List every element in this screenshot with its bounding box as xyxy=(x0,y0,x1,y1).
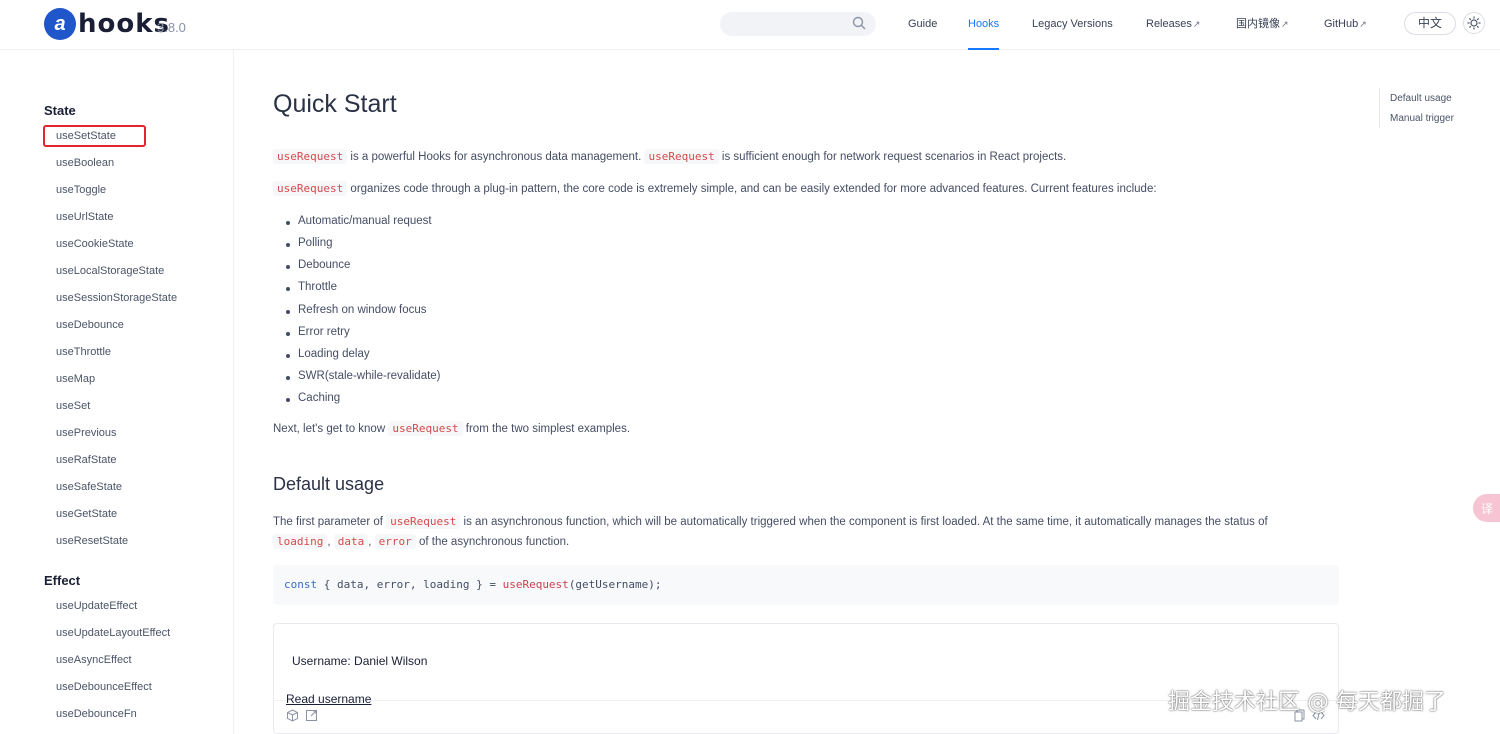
bullet-dot xyxy=(286,354,290,358)
sidebar-item-usegetstate[interactable]: useGetState xyxy=(56,508,117,520)
search-input[interactable] xyxy=(720,12,876,36)
sidebar-item-usemap[interactable]: useMap xyxy=(56,373,95,385)
inline-code: data xyxy=(333,534,369,549)
feature-item: Throttle xyxy=(298,281,337,293)
next-paragraph: Next, let's get to know useRequest from … xyxy=(273,421,631,436)
feature-item: Polling xyxy=(298,237,333,249)
nav-github[interactable]: GitHub↗ xyxy=(1324,0,1367,50)
external-link-icon: ↗ xyxy=(1359,19,1367,29)
sidebar-item-usecookiestate[interactable]: useCookieState xyxy=(56,238,134,250)
feature-item: Caching xyxy=(298,392,341,404)
bullet-dot xyxy=(286,398,290,402)
inline-code: loading xyxy=(273,534,328,549)
sidebar-item-usedebouncefn[interactable]: useDebounceFn xyxy=(56,708,137,720)
intro-paragraph-2: useRequest organizes code through a plug… xyxy=(273,181,1157,196)
bullet-dot xyxy=(286,265,290,269)
translate-icon: 译 xyxy=(1481,502,1494,516)
inline-code: useRequest xyxy=(273,181,348,196)
intro-paragraph-1: useRequest is a powerful Hooks for async… xyxy=(273,149,1066,164)
toc-rail xyxy=(1379,88,1380,128)
bullet-dot xyxy=(286,310,290,314)
language-switch-button[interactable]: 中文 xyxy=(1404,12,1456,35)
sidebar-item-useasynceffect[interactable]: useAsyncEffect xyxy=(56,654,132,666)
sun-icon xyxy=(1467,16,1481,30)
bullet-dot xyxy=(286,287,290,291)
feature-item: Refresh on window focus xyxy=(298,304,427,316)
nav-hooks[interactable]: Hooks xyxy=(968,0,1000,50)
highlight-annotation-box xyxy=(43,125,146,147)
version-label: 3.8.0 xyxy=(157,20,186,35)
feature-item: Automatic/manual request xyxy=(298,215,432,227)
nav-mirror[interactable]: 国内镜像↗ xyxy=(1236,0,1289,50)
sidebar-group-effect: Effect xyxy=(44,573,81,588)
inline-code: useRequest xyxy=(273,149,348,164)
bullet-dot xyxy=(286,376,290,380)
top-header: a hooks 3.8.0 Guide Hooks Legacy Version… xyxy=(0,0,1500,50)
usage-paragraph-line-2: loading, data, error of the asynchronous… xyxy=(273,534,569,549)
watermark-text: 掘金技术社区 @ 每天都掘了 xyxy=(1168,690,1446,715)
feature-item: Debounce xyxy=(298,259,351,271)
inline-code: error xyxy=(374,534,416,549)
sidebar-item-usedebounceeffect[interactable]: useDebounceEffect xyxy=(56,681,152,693)
nav-legacy-versions[interactable]: Legacy Versions xyxy=(1032,0,1113,50)
nav-guide[interactable]: Guide xyxy=(908,0,937,50)
sidebar-item-useboolean[interactable]: useBoolean xyxy=(56,157,114,169)
sidebar-item-useresetstate[interactable]: useResetState xyxy=(56,535,128,547)
sidebar-item-useset[interactable]: useSet xyxy=(56,400,90,412)
sidebar-item-usesessionstoragestate[interactable]: useSessionStorageState xyxy=(56,292,177,304)
inline-code: useRequest xyxy=(644,149,719,164)
translate-float-button[interactable]: 译 xyxy=(1473,494,1500,522)
inline-code: useRequest xyxy=(388,421,463,436)
section-title-default-usage: Default usage xyxy=(273,474,385,494)
codesandbox-icon[interactable] xyxy=(286,709,299,722)
sidebar-item-usedebounce[interactable]: useDebounce xyxy=(56,319,124,331)
sidebar-item-userafstate[interactable]: useRafState xyxy=(56,454,117,466)
sidebar-item-uselocalstoragestate[interactable]: useLocalStorageState xyxy=(56,265,164,277)
sidebar-item-usetoggle[interactable]: useToggle xyxy=(56,184,106,196)
feature-item: Loading delay xyxy=(298,348,370,360)
page-title: Quick Start xyxy=(273,90,397,118)
sidebar-item-usesafestate[interactable]: useSafeState xyxy=(56,481,122,493)
toc-item-manual-trigger[interactable]: Manual trigger xyxy=(1390,113,1454,124)
sidebar-group-state: State xyxy=(44,103,76,118)
feature-item: SWR(stale-while-revalidate) xyxy=(298,370,441,382)
feature-item: Error retry xyxy=(298,326,350,338)
sidebar-item-usethrottle[interactable]: useThrottle xyxy=(56,346,111,358)
bullet-dot xyxy=(286,243,290,247)
search-icon[interactable] xyxy=(852,16,866,30)
read-username-button[interactable]: Read username xyxy=(286,692,371,706)
nav-releases[interactable]: Releases↗ xyxy=(1146,0,1200,50)
toc-item-default-usage[interactable]: Default usage xyxy=(1390,93,1452,104)
code-block[interactable]: const { data, error, loading } = useRequ… xyxy=(273,565,1339,605)
theme-toggle-button[interactable] xyxy=(1463,12,1485,34)
demo-preview-box xyxy=(273,623,1339,734)
external-link-icon: ↗ xyxy=(1192,19,1201,29)
bullet-dot xyxy=(286,332,290,336)
open-external-icon[interactable] xyxy=(305,709,318,722)
external-link-icon: ↗ xyxy=(1281,19,1289,29)
sidebar-item-useupdateeffect[interactable]: useUpdateEffect xyxy=(56,600,137,612)
demo-username-text: Username: Daniel Wilson xyxy=(292,654,428,668)
sidebar-item-useupdatelayouteffect[interactable]: useUpdateLayoutEffect xyxy=(56,627,170,639)
sidebar-item-useprevious[interactable]: usePrevious xyxy=(56,427,117,439)
bullet-dot xyxy=(286,221,290,225)
sidebar-item-useurlstate[interactable]: useUrlState xyxy=(56,211,113,223)
usage-paragraph: The first parameter of useRequest is an … xyxy=(273,514,1268,529)
logo-icon[interactable]: a xyxy=(44,8,76,40)
inline-code: useRequest xyxy=(386,514,461,529)
